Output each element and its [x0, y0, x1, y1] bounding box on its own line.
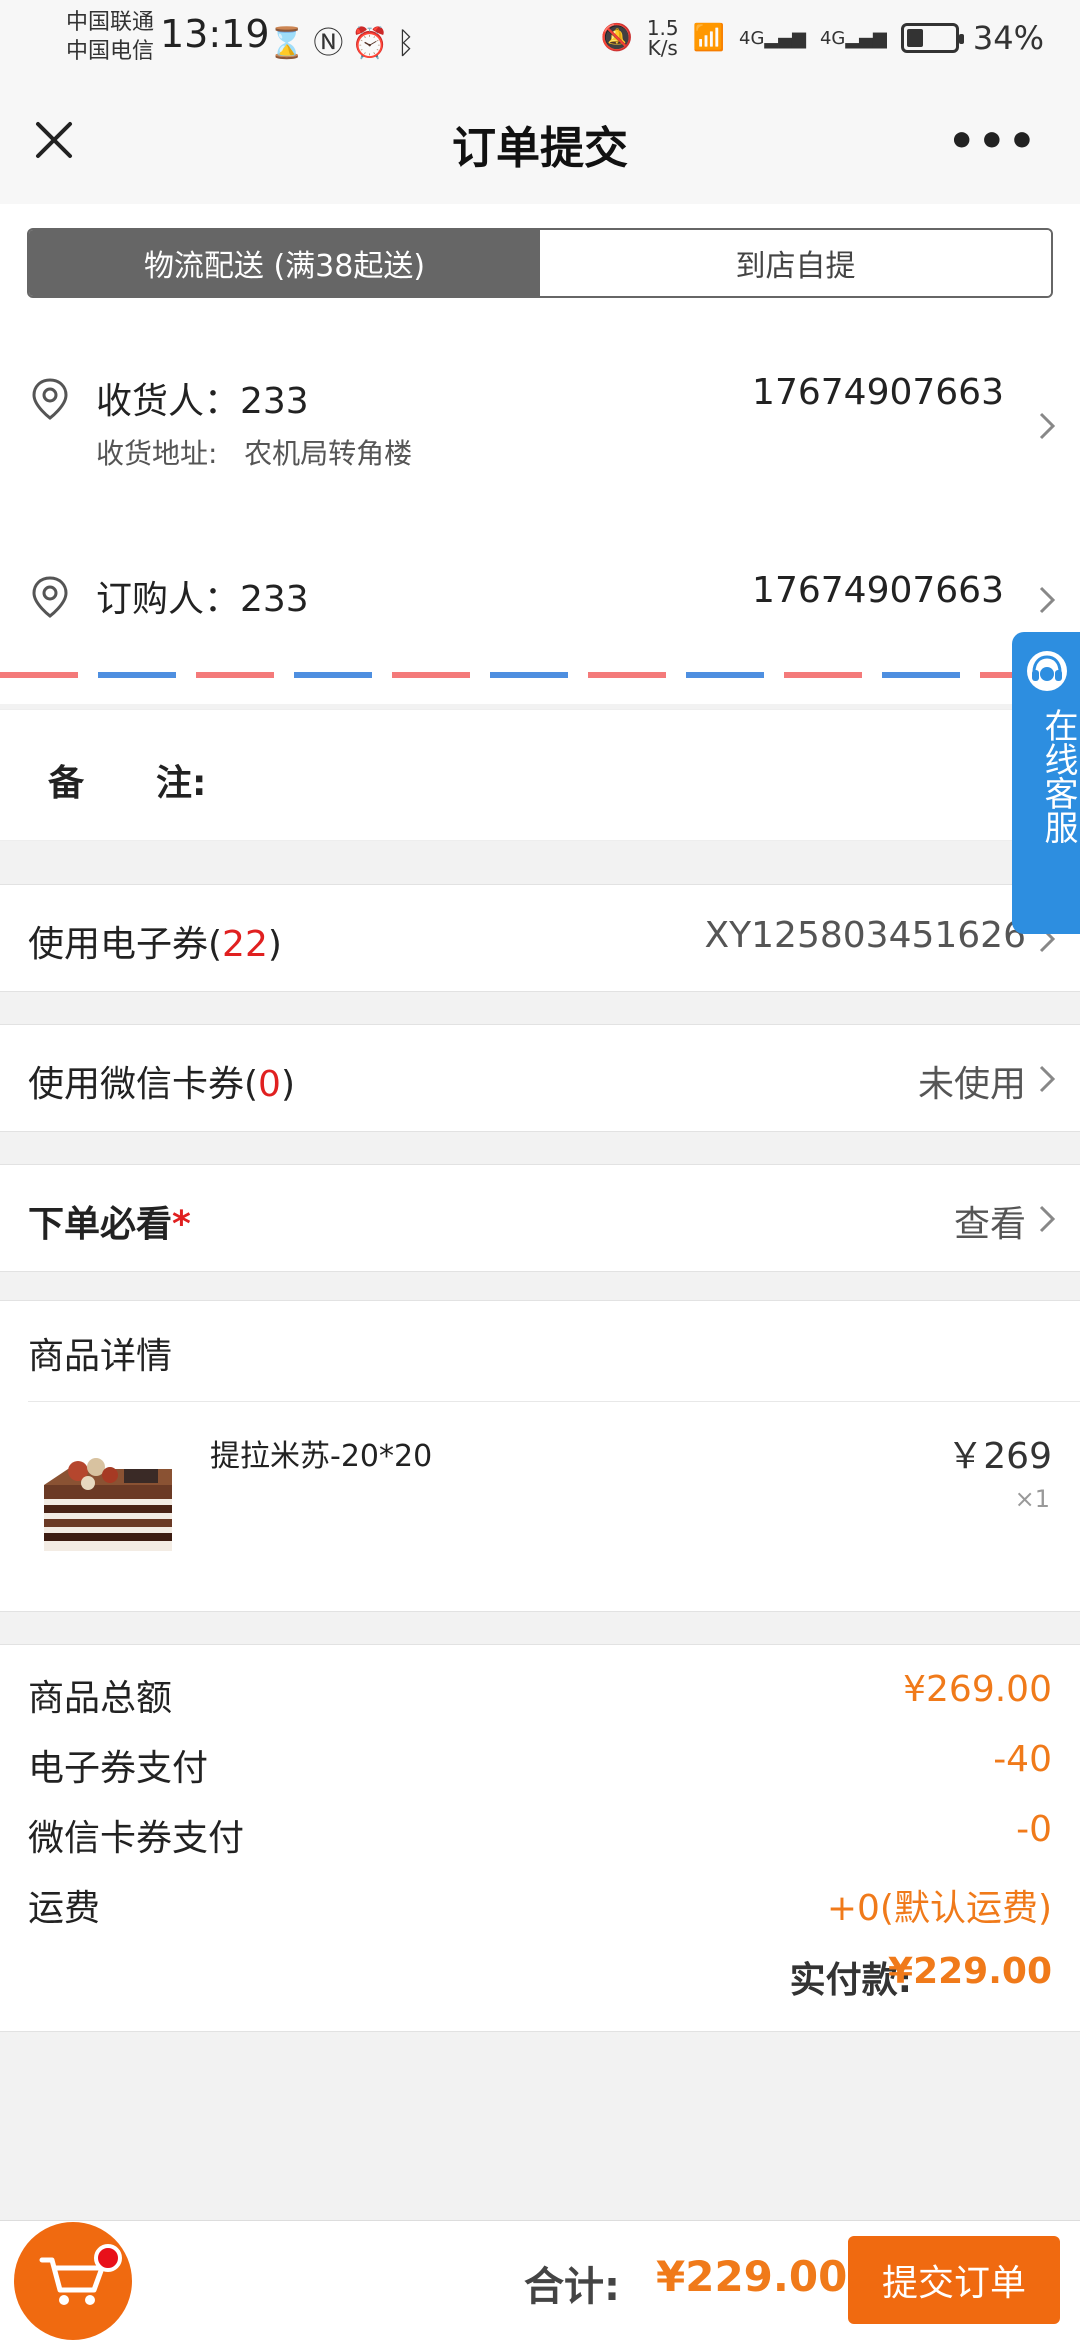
battery-icon — [900, 23, 964, 53]
goods-total-value: ¥269.00 — [903, 1669, 1052, 1710]
hourglass-icon: ⌛ — [268, 26, 314, 61]
remark-field[interactable]: 备 注: — [0, 709, 1080, 841]
e-coupon-prefix: 使用电子券( — [28, 924, 223, 965]
e-coupon-value: XY125803451626 — [704, 915, 1026, 956]
e-coupon-row[interactable]: 使用电子券(22) XY125803451626 — [0, 884, 1080, 992]
e-coupon-pay-label: 电子券支付 — [28, 1748, 209, 1789]
cart-badge — [94, 2244, 122, 2272]
more-icon[interactable]: ••• — [948, 120, 1038, 164]
speed-unit: K/s — [647, 36, 678, 60]
page-title: 订单提交 — [452, 123, 628, 174]
network-speed: 1.5 K/s — [647, 18, 679, 58]
remark-label: 备 注: — [48, 763, 207, 804]
wechat-coupon-value: 未使用 — [917, 1064, 1026, 1105]
nfc-icon: Ⓝ — [313, 26, 352, 61]
wechat-coupon-count: 0 — [258, 1064, 281, 1105]
address-label: 收货地址: — [96, 437, 218, 470]
chevron-right-icon — [1039, 1205, 1056, 1233]
network-type-1: 4G — [739, 27, 765, 49]
alarm-icon: ⏰ — [351, 26, 397, 61]
goods-total-label: 商品总额 — [28, 1678, 173, 1719]
goods-title: 商品详情 — [28, 1336, 173, 1377]
tab-logistics[interactable]: 物流配送 (满38起送) — [29, 230, 540, 296]
product-image[interactable] — [38, 1449, 178, 1559]
buyer-phone: 17674907663 — [752, 570, 1004, 611]
carrier-labels: 中国联通 中国电信 — [66, 8, 154, 66]
status-time: 13:19 — [160, 12, 270, 56]
nav-bar: 订单提交 ••• — [0, 78, 1080, 204]
shipping-value: +0(默认运费) — [826, 1888, 1052, 1929]
network-type-2: 4G — [819, 27, 846, 49]
customer-service-label: 在线客服 — [1038, 708, 1078, 844]
address-value: 农机局转角楼 — [244, 437, 413, 470]
product-name: 提拉米苏-20*20 — [210, 1439, 433, 1474]
wechat-pay-value: -0 — [1016, 1809, 1052, 1850]
battery-fill — [906, 29, 923, 47]
product-price: ￥269 — [947, 1436, 1052, 1477]
receiver-address: 收货地址: 农机局转角楼 — [96, 432, 412, 472]
bluetooth-icon: ᛒ — [396, 26, 423, 61]
address-section: 物流配送 (满38起送) 到店自提 收货人：233 17674907663 收货… — [0, 204, 1080, 704]
chevron-right-icon[interactable] — [1036, 408, 1058, 444]
carrier-1: 中国联通 — [66, 10, 155, 35]
status-icons-left: ⌛Ⓝ⏰ᛒ — [268, 18, 423, 62]
total-value: ¥229.00 — [656, 2252, 848, 2301]
wifi-icon: 📶 — [692, 23, 725, 53]
wechat-coupon-prefix: 使用微信卡券( — [28, 1064, 259, 1105]
tab-self-pickup[interactable]: 到店自提 — [540, 230, 1051, 296]
total-label: 合计: — [524, 2264, 620, 2310]
wechat-coupon-row[interactable]: 使用微信卡券(0) 未使用 — [0, 1024, 1080, 1132]
must-read-label: 下单必看* — [28, 1195, 191, 1247]
receiver-phone: 17674907663 — [752, 372, 1004, 413]
paid-value: ¥229.00 — [888, 1951, 1052, 1992]
speed-value: 1.5 — [646, 16, 679, 40]
signal-2-icon: 4G▂▄▆ — [819, 27, 887, 49]
location-icon — [32, 576, 68, 618]
status-icons-right: 🔕 1.5 K/s 📶 4G▂▄▆ 4G▂▄▆ 34% — [600, 10, 1044, 66]
submit-order-button[interactable]: 提交订单 — [848, 2236, 1060, 2324]
must-read-value: 查看 — [953, 1204, 1026, 1245]
product-quantity: ×1 — [1014, 1485, 1050, 1513]
must-read-row[interactable]: 下单必看* 查看 — [0, 1164, 1080, 1272]
e-coupon-pay-value: -40 — [993, 1739, 1052, 1780]
chevron-right-icon — [1039, 1065, 1056, 1093]
wechat-pay-label: 微信卡券支付 — [28, 1818, 245, 1859]
airmail-divider — [0, 672, 1080, 678]
e-coupon-label: 使用电子券(22) — [28, 915, 282, 967]
shipping-label: 运费 — [28, 1888, 101, 1929]
delivery-tabs: 物流配送 (满38起送) 到店自提 — [27, 228, 1053, 298]
battery-percent: 34% — [972, 19, 1044, 57]
mute-icon: 🔕 — [600, 23, 633, 53]
cart-button[interactable] — [14, 2222, 132, 2340]
status-bar: 中国联通 中国电信 13:19 ⌛Ⓝ⏰ᛒ 🔕 1.5 K/s 📶 4G▂▄▆ 4… — [0, 0, 1080, 78]
paid-row: 实付款: ¥229.00 — [480, 1949, 1080, 2001]
required-asterisk: * — [172, 1204, 191, 1245]
location-icon — [32, 378, 68, 420]
wechat-coupon-suffix: ) — [280, 1064, 295, 1105]
divider — [28, 1401, 1080, 1402]
buyer-name: 订购人：233 — [96, 579, 309, 620]
must-read-text: 下单必看 — [28, 1204, 173, 1245]
goods-section: 商品详情 提拉米苏-20*20 ￥269 ×1 — [0, 1300, 1080, 1612]
headset-icon — [1027, 651, 1067, 691]
carrier-2: 中国电信 — [66, 39, 155, 64]
e-coupon-suffix: ) — [267, 924, 282, 965]
chevron-right-icon[interactable] — [1036, 582, 1058, 618]
receiver-name: 收货人：233 — [96, 381, 309, 422]
customer-service-button[interactable]: 在线客服 — [1012, 632, 1080, 934]
e-coupon-count: 22 — [222, 924, 268, 965]
order-summary: 商品总额 ¥269.00 电子券支付 -40 微信卡券支付 -0 运费 +0(默… — [0, 1644, 1080, 2032]
signal-1-icon: 4G▂▄▆ — [739, 27, 806, 49]
wechat-coupon-label: 使用微信卡券(0) — [28, 1055, 295, 1107]
